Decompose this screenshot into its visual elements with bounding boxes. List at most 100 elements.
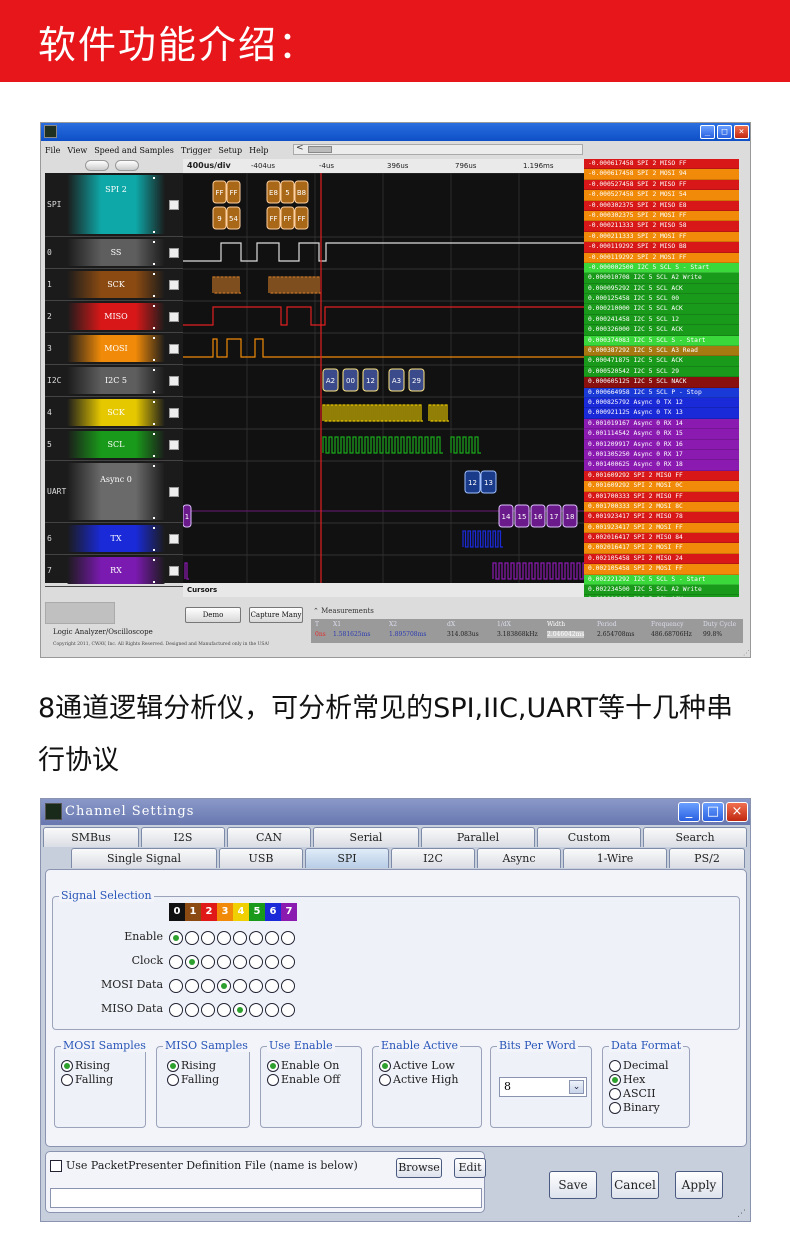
channel-radio[interactable] [169, 931, 183, 945]
decoded-row[interactable]: 0.000125458 I2C 5 SCL 00 [584, 294, 739, 305]
packet-presenter-checkbox[interactable] [50, 1160, 62, 1172]
radio-button[interactable] [609, 1073, 621, 1086]
decoded-row[interactable]: 0.000664958 I2C 5 SCL P - Stop [584, 387, 739, 398]
decoded-row[interactable]: -0.000527458 SPI 2 MISO FF [584, 179, 739, 191]
channel-row[interactable]: 3 MOSI [45, 333, 183, 365]
channel-toggle[interactable] [169, 344, 179, 354]
channel-radio[interactable] [201, 955, 215, 969]
tab-spi[interactable]: SPI [305, 848, 389, 868]
channel-radio[interactable] [281, 955, 295, 969]
tab-i2s[interactable]: I2S [141, 827, 225, 847]
menu-help[interactable]: Help [249, 146, 268, 155]
decoded-row[interactable]: 0.000471875 I2C 5 SCL ACK [584, 356, 739, 367]
tab-ps-2[interactable]: PS/2 [669, 848, 745, 868]
channel-radio[interactable] [217, 955, 231, 969]
tab-smbus[interactable]: SMBus [43, 827, 139, 847]
channel-radio[interactable] [169, 1003, 183, 1017]
channel-row[interactable]: 5 SCL [45, 429, 183, 461]
radio-button[interactable] [61, 1073, 73, 1086]
tab-parallel[interactable]: Parallel [421, 827, 535, 847]
channel-radio[interactable] [249, 979, 263, 993]
decoded-row[interactable]: 0.000520542 I2C 5 SCL 29 [584, 366, 739, 378]
channel-radio[interactable] [169, 979, 183, 993]
radio-button[interactable] [379, 1073, 391, 1086]
decoded-row[interactable]: -0.000527458 SPI 2 MOSI 54 [584, 190, 739, 201]
decoded-row[interactable]: -0.000119292 SPI 2 MOSI FF [584, 252, 739, 263]
waveform-area[interactable]: 400us/div -404us -4us 396us 796us 1.196m… [183, 159, 584, 583]
radio-button[interactable] [609, 1087, 621, 1100]
menu-trigger[interactable]: Trigger [181, 146, 212, 155]
chevron-down-icon[interactable]: ⌄ [569, 1080, 584, 1094]
decoded-row[interactable]: -0.000002500 I2C 5 SCL S - Start [584, 262, 739, 274]
channel-row[interactable]: I2C I2C 5 [45, 365, 183, 397]
option-ascii[interactable]: ASCII [609, 1087, 656, 1100]
browse-button[interactable]: Browse [396, 1158, 442, 1178]
maximize-icon[interactable]: □ [702, 802, 724, 822]
option-enable-on[interactable]: Enable On [267, 1059, 339, 1072]
channel-row[interactable]: 0 SS [45, 237, 183, 269]
tab-usb[interactable]: USB [219, 848, 303, 868]
channel-radio[interactable] [281, 979, 295, 993]
channel-toggle[interactable] [169, 534, 179, 544]
option-binary[interactable]: Binary [609, 1101, 660, 1114]
channel-radio[interactable] [233, 979, 247, 993]
tab-1-wire[interactable]: 1-Wire [563, 848, 667, 868]
decoded-row[interactable]: -0.000211333 SPI 2 MOSI FF [584, 231, 739, 243]
channel-row[interactable]: 2 MISO [45, 301, 183, 333]
menu-view[interactable]: View [67, 146, 87, 155]
tab-custom[interactable]: Custom [537, 827, 641, 847]
option-decimal[interactable]: Decimal [609, 1059, 669, 1072]
channel-row[interactable]: UART Async 0 [45, 461, 183, 523]
decoded-row[interactable]: 0.000241458 I2C 5 SCL 12 [584, 314, 739, 326]
menu-setup[interactable]: Setup [218, 146, 242, 155]
decoded-row[interactable]: 0.000374083 I2C 5 SCL S - Start [584, 335, 739, 347]
decoded-row[interactable]: -0.000617458 SPI 2 MOSI 94 [584, 169, 739, 180]
channel-row[interactable]: SPI SPI 2 [45, 173, 183, 237]
timeline-scrollbar[interactable]: < [293, 143, 583, 155]
channel-radio[interactable] [265, 979, 279, 993]
minimize-icon[interactable]: _ [700, 125, 715, 139]
tab-i2c[interactable]: I2C [391, 848, 475, 868]
save-button[interactable]: Save [549, 1171, 597, 1199]
decoded-row[interactable]: 0.001923417 SPI 2 MISO 78 [584, 512, 739, 523]
channel-radio[interactable] [201, 1003, 215, 1017]
channel-toggle[interactable] [169, 566, 179, 576]
resize-grip-icon[interactable]: ⋰ [743, 649, 750, 657]
decoded-row[interactable]: 0.001209917 Async 0 RX 16 [584, 439, 739, 450]
channel-radio[interactable] [201, 979, 215, 993]
scroll-thumb[interactable] [308, 146, 332, 153]
close-icon[interactable]: × [734, 125, 749, 139]
channel-radio[interactable] [201, 931, 215, 945]
radio-button[interactable] [609, 1059, 621, 1072]
radio-button[interactable] [267, 1059, 279, 1072]
tab-serial[interactable]: Serial [313, 827, 419, 847]
decoded-row[interactable]: 0.000921125 Async 0 TX 13 [584, 408, 739, 419]
channel-radio[interactable] [249, 1003, 263, 1017]
option-falling[interactable]: Falling [167, 1073, 219, 1086]
demo-button[interactable]: Demo [185, 607, 241, 623]
decoded-row[interactable]: 0.001019167 Async 0 RX 14 [584, 418, 739, 430]
option-enable-off[interactable]: Enable Off [267, 1073, 340, 1086]
scroll-left-icon[interactable]: < [296, 143, 304, 153]
apply-button[interactable]: Apply [675, 1171, 723, 1199]
channel-toggle[interactable] [169, 376, 179, 386]
decoded-row[interactable]: 0.000095292 I2C 5 SCL ACK [584, 283, 739, 295]
channel-radio[interactable] [265, 955, 279, 969]
resize-grip-icon[interactable]: ⋰ [737, 1209, 746, 1219]
maximize-icon[interactable]: □ [717, 125, 732, 139]
decoded-row[interactable]: 0.002105458 SPI 2 MOSI FF [584, 564, 739, 575]
option-rising[interactable]: Rising [61, 1059, 110, 1072]
channel-toggle[interactable] [169, 487, 179, 497]
channel-row[interactable]: 1 SCK [45, 269, 183, 301]
option-active-high[interactable]: Active High [379, 1073, 459, 1086]
decoded-row[interactable]: -0.000302375 SPI 2 MISO E8 [584, 200, 739, 211]
channel-row[interactable]: 6 TX [45, 523, 183, 555]
channel-radio[interactable] [249, 931, 263, 945]
channel-radio[interactable] [185, 1003, 199, 1017]
decoded-row[interactable]: 0.002016417 SPI 2 MOSI FF [584, 543, 739, 554]
radio-button[interactable] [267, 1073, 279, 1086]
menu-file[interactable]: File [45, 146, 60, 155]
radio-button[interactable] [609, 1101, 621, 1114]
decoded-row[interactable]: 0.001609292 SPI 2 MOSI 0C [584, 481, 739, 492]
channel-toggle[interactable] [169, 312, 179, 322]
